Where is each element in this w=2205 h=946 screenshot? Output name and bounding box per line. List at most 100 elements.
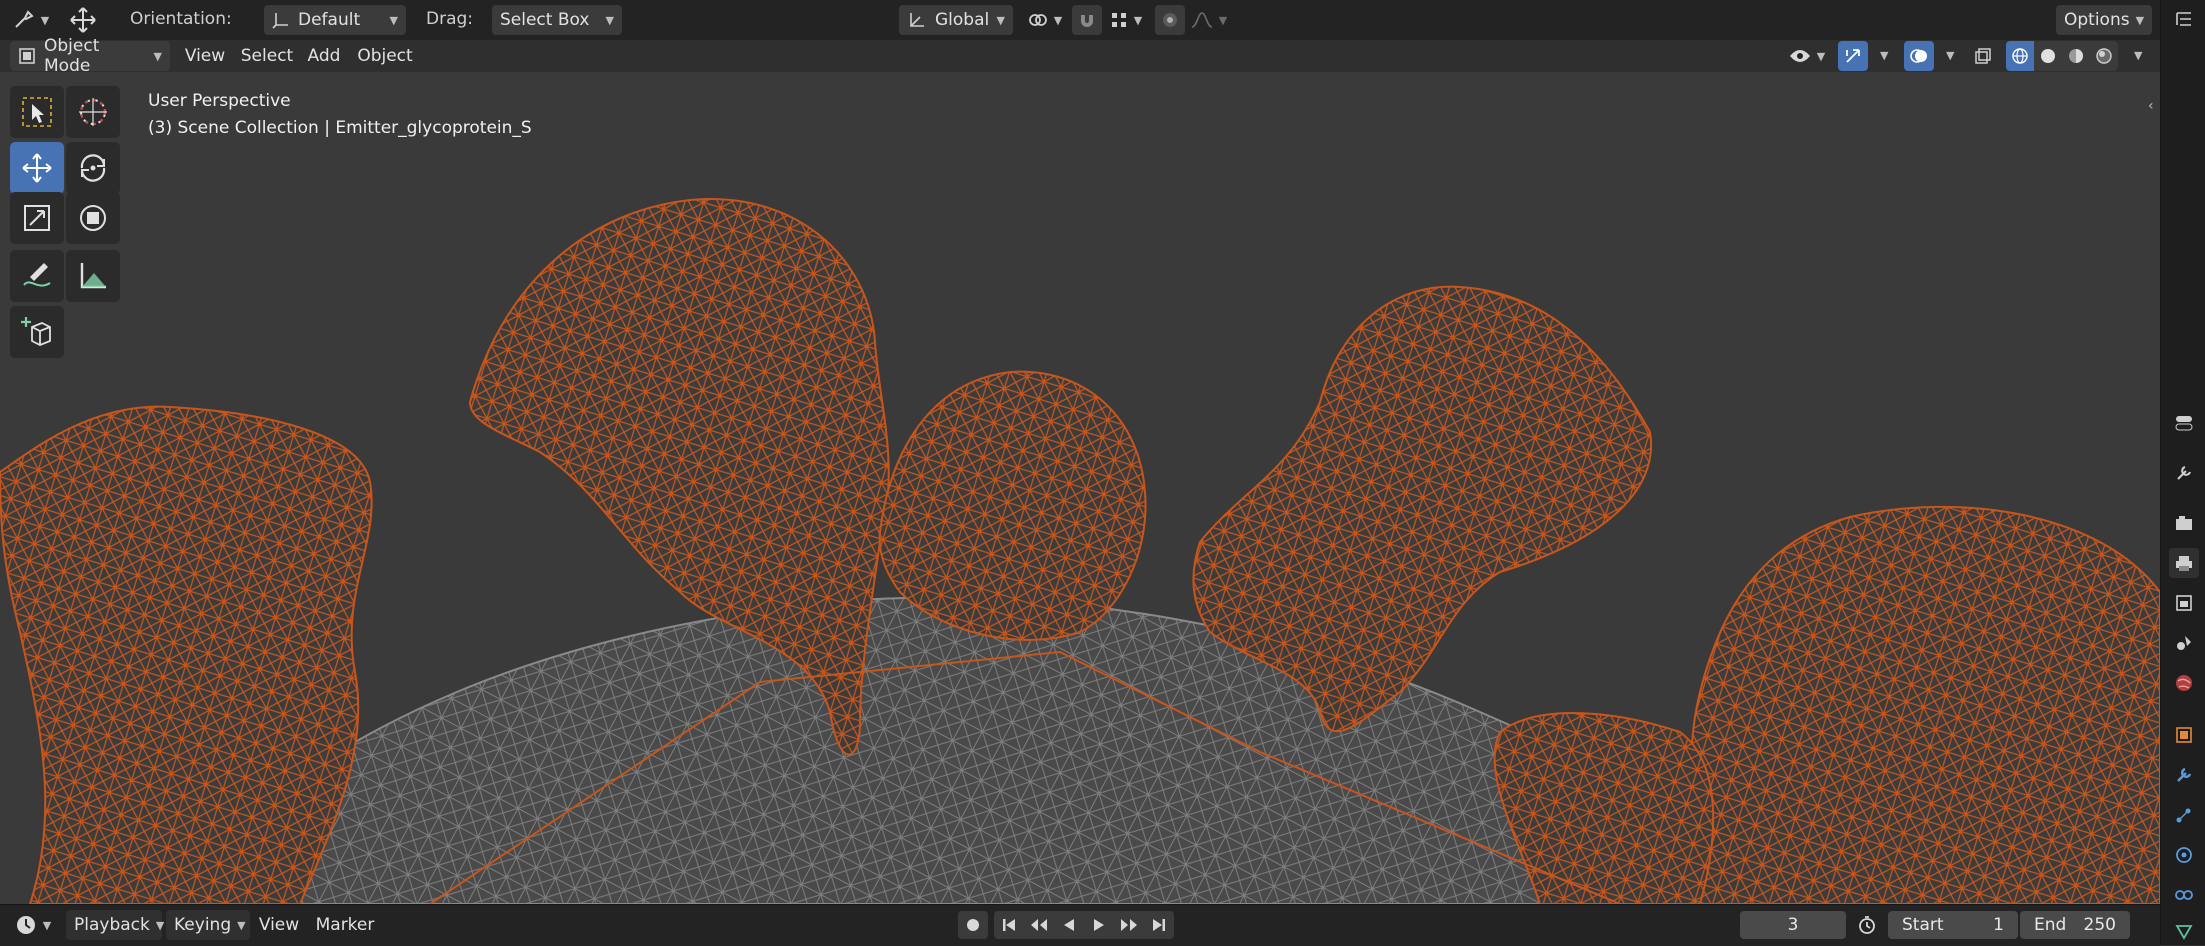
playback-label: Playback: [74, 915, 150, 935]
jump-start-button[interactable]: [994, 911, 1024, 939]
tool-annotate[interactable]: [10, 250, 64, 302]
preview-range-toggle[interactable]: [1852, 911, 1882, 939]
falloff-curve-icon: [1191, 11, 1213, 29]
shading-wireframe[interactable]: [2006, 41, 2034, 71]
object-icon[interactable]: [2169, 720, 2199, 750]
shading-rendered[interactable]: [2090, 41, 2118, 71]
snap-toggle[interactable]: [1072, 5, 1102, 35]
3d-viewport[interactable]: ‹: [0, 72, 2160, 904]
drag-dropdown[interactable]: Select Box ▼: [492, 5, 622, 35]
chevron-down-icon: ▼: [1053, 13, 1063, 27]
overlay-circles-icon: [1909, 46, 1929, 66]
active-tool-icon[interactable]: [2169, 408, 2199, 438]
current-frame-field[interactable]: 3: [1740, 911, 1846, 939]
play-button[interactable]: [1084, 911, 1114, 939]
cursor-icon: [76, 95, 110, 129]
tool-scale[interactable]: [10, 192, 64, 244]
chevron-down-icon: ▼: [1218, 13, 1228, 27]
timeline-menu-marker[interactable]: Marker: [310, 910, 380, 940]
tool-select-box[interactable]: [10, 86, 64, 138]
menu-add[interactable]: Add: [302, 41, 346, 71]
particles-icon[interactable]: [2169, 800, 2199, 830]
orange-spike-left: [0, 405, 373, 904]
output-printer-icon[interactable]: [2169, 548, 2199, 578]
constraints-icon[interactable]: [2169, 880, 2199, 910]
jump-end-button[interactable]: [1144, 911, 1174, 939]
menu-object[interactable]: Object: [352, 41, 418, 71]
view-layer-icon[interactable]: [2169, 588, 2199, 618]
tool-icon: [13, 9, 35, 31]
gizmo-arrow-icon: [1844, 47, 1862, 65]
snap-target-dropdown[interactable]: ▼: [1104, 5, 1148, 35]
tool-add-cube[interactable]: [10, 306, 64, 358]
prev-keyframe-button[interactable]: [1024, 911, 1054, 939]
perspective-text: User Perspective: [148, 91, 291, 111]
chevron-down-icon: ▼: [605, 13, 614, 27]
orientation-value: Default: [298, 10, 361, 30]
keying-menu[interactable]: Keying ▼: [166, 910, 250, 940]
move-icon: [20, 151, 54, 185]
global-axes-icon: [907, 10, 927, 30]
drag-label: Drag:: [426, 9, 474, 29]
playback-menu[interactable]: Playback ▼: [66, 910, 164, 940]
properties-tab-strip: [2160, 0, 2205, 945]
play-reverse-button[interactable]: [1054, 911, 1084, 939]
stopwatch-icon: [1857, 915, 1877, 935]
shading-material[interactable]: [2062, 41, 2090, 71]
visibility-dropdown[interactable]: ▼: [1784, 41, 1830, 71]
shading-solid[interactable]: [2034, 41, 2062, 71]
chevron-down-icon: ▼: [1816, 49, 1826, 63]
proportional-editing-toggle[interactable]: [1155, 5, 1185, 35]
orientation-dropdown[interactable]: Default ▼: [264, 5, 406, 35]
falloff-dropdown[interactable]: ▼: [1188, 5, 1230, 35]
start-frame-field[interactable]: Start 1: [1888, 911, 2018, 939]
overlays-toggle[interactable]: [1904, 41, 1934, 71]
timeline-editor-type-button[interactable]: ▼: [8, 910, 58, 940]
end-label: End: [2034, 915, 2067, 935]
move-arrows-icon: [69, 6, 97, 34]
link-icon: [1028, 10, 1048, 30]
render-camera-icon[interactable]: [2169, 508, 2199, 538]
viewport-info: User Perspective (3) Scene Collection | …: [148, 88, 532, 142]
jump-start-icon: [1001, 917, 1017, 933]
xray-toggle[interactable]: [1968, 41, 1998, 71]
scene-icon[interactable]: [2169, 628, 2199, 658]
transform-orientation-value: Global: [935, 10, 990, 30]
options-dropdown[interactable]: Options ▼: [2056, 5, 2152, 35]
rendered-sphere-icon: [2095, 47, 2113, 65]
gizmo-chevron-down-icon[interactable]: ▼: [1880, 49, 1888, 62]
world-icon[interactable]: [2169, 668, 2199, 698]
chevron-down-icon: ▼: [996, 13, 1005, 27]
object-mode-value: Object Mode: [44, 36, 100, 76]
modifier-wrench-icon[interactable]: [2169, 760, 2199, 790]
record-button[interactable]: [958, 911, 988, 939]
xray-icon: [1974, 47, 1992, 65]
data-triangle-icon[interactable]: [2169, 916, 2199, 946]
orientation-label: Orientation:: [130, 9, 232, 29]
gizmo-toggle[interactable]: [1838, 41, 1868, 71]
tool-rotate[interactable]: [66, 142, 120, 194]
object-mode-dropdown[interactable]: Object Mode ▼: [10, 36, 170, 76]
timeline-menu-view[interactable]: View: [256, 910, 302, 940]
menu-view[interactable]: View: [180, 41, 230, 71]
pivot-point-dropdown[interactable]: ▼: [1024, 5, 1066, 35]
options-label: Options: [2064, 10, 2130, 30]
tool-wrench-icon[interactable]: [2169, 458, 2199, 488]
outliner-icon[interactable]: [2169, 4, 2199, 34]
tool-transform[interactable]: [66, 192, 120, 244]
editor-type-button[interactable]: ▼: [6, 5, 56, 35]
wireframe-scene: [0, 198, 2160, 904]
tool-measure[interactable]: [66, 250, 120, 302]
shading-chevron-down-icon[interactable]: ▼: [2134, 49, 2142, 62]
menu-select[interactable]: Select: [238, 41, 296, 71]
sidebar-toggle-chevron-left-icon[interactable]: ‹: [2148, 98, 2154, 114]
magnet-icon: [1078, 11, 1096, 29]
next-keyframe-button[interactable]: [1114, 911, 1144, 939]
tool-move[interactable]: [10, 142, 64, 194]
overlays-chevron-down-icon[interactable]: ▼: [1946, 49, 1954, 62]
physics-icon[interactable]: [2169, 840, 2199, 870]
play-icon: [1091, 917, 1107, 933]
end-frame-field[interactable]: End 250: [2020, 911, 2130, 939]
transform-orientation-dropdown[interactable]: Global ▼: [899, 5, 1013, 35]
tool-cursor[interactable]: [66, 86, 120, 138]
